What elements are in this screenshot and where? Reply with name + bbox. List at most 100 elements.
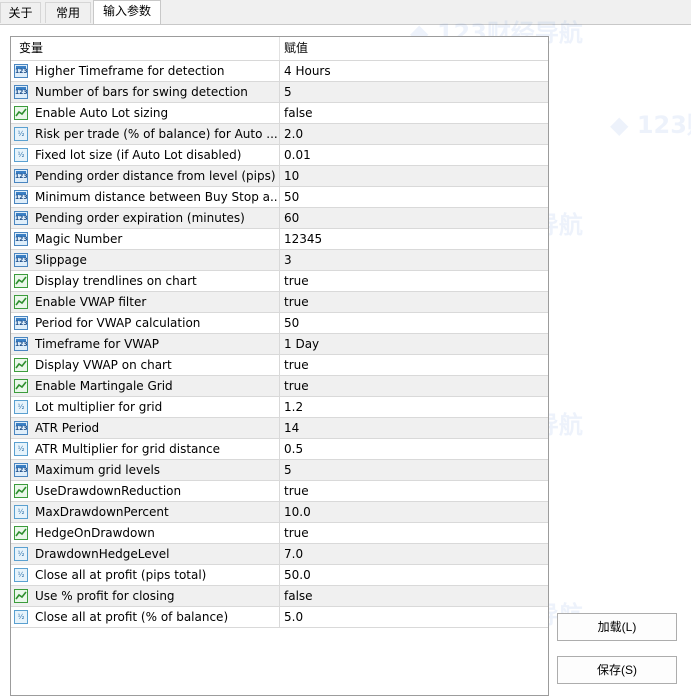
integer-type-icon: 123 — [14, 232, 28, 246]
parameter-value[interactable]: 5 — [284, 82, 292, 102]
parameter-value[interactable]: 50 — [284, 313, 299, 333]
parameter-row[interactable]: 123 ATR Period 14 — [11, 418, 548, 439]
double-type-icon: ½ — [14, 442, 28, 456]
save-button[interactable]: 保存(S) — [557, 656, 677, 684]
parameter-name: Number of bars for swing detection — [35, 85, 248, 99]
watermark: 123财经导航 — [610, 105, 691, 140]
parameter-name: Enable Auto Lot sizing — [35, 106, 169, 120]
parameter-row[interactable]: 123 Slippage 3 — [11, 250, 548, 271]
parameter-row[interactable]: 123 Pending order distance from level (pi… — [11, 166, 548, 187]
parameter-value[interactable]: 5.0 — [284, 607, 303, 627]
cell-divider — [279, 82, 280, 102]
cell-divider — [279, 187, 280, 207]
parameter-value[interactable]: 3 — [284, 250, 292, 270]
tab-common[interactable]: 常用 — [45, 2, 91, 23]
parameter-row[interactable]: ½ Close all at profit (pips total) 50.0 — [11, 565, 548, 586]
parameter-value[interactable]: true — [284, 376, 309, 396]
parameter-value[interactable]: false — [284, 586, 313, 606]
cell-divider — [279, 502, 280, 522]
cell-divider — [279, 145, 280, 165]
parameter-row[interactable]: 123 Pending order expiration (minutes) 60 — [11, 208, 548, 229]
tab-input-parameters[interactable]: 输入参数 — [93, 0, 161, 25]
parameter-row[interactable]: 123 Magic Number 12345 — [11, 229, 548, 250]
parameter-value[interactable]: true — [284, 481, 309, 501]
input-parameters-panel: 123财经导航 123财经导航 123财经导航 123财经导航 123财经导航 … — [0, 19, 691, 698]
parameter-row[interactable]: Display trendlines on chart true — [11, 271, 548, 292]
parameters-grid[interactable]: 变量 赋值 123 Higher Timeframe for detection 4… — [10, 36, 549, 696]
parameter-row[interactable]: Enable VWAP filter true — [11, 292, 548, 313]
parameter-value[interactable]: true — [284, 523, 309, 543]
parameter-row[interactable]: Use % profit for closing false — [11, 586, 548, 607]
parameter-value[interactable]: 12345 — [284, 229, 322, 249]
parameter-value[interactable]: 60 — [284, 208, 299, 228]
parameter-value[interactable]: 50 — [284, 187, 299, 207]
parameter-value[interactable]: 0.01 — [284, 145, 311, 165]
parameter-value[interactable]: true — [284, 292, 309, 312]
parameter-row[interactable]: ½ ATR Multiplier for grid distance 0.5 — [11, 439, 548, 460]
parameter-row[interactable]: ½ MaxDrawdownPercent 10.0 — [11, 502, 548, 523]
parameter-value[interactable]: 0.5 — [284, 439, 303, 459]
parameter-row[interactable]: 123 Period for VWAP calculation 50 — [11, 313, 548, 334]
column-header-value[interactable]: 赋值 — [284, 37, 308, 60]
parameter-name: Fixed lot size (if Auto Lot disabled) — [35, 148, 242, 162]
integer-type-icon: 123 — [14, 253, 28, 267]
parameter-value[interactable]: 14 — [284, 418, 299, 438]
parameter-row[interactable]: Display VWAP on chart true — [11, 355, 548, 376]
parameter-value[interactable]: 5 — [284, 460, 292, 480]
parameter-row[interactable]: ½ Close all at profit (% of balance) 5.0 — [11, 607, 548, 628]
parameter-row[interactable]: 123 Minimum distance between Buy Stop a..… — [11, 187, 548, 208]
parameter-value[interactable]: 10.0 — [284, 502, 311, 522]
parameter-value[interactable]: 2.0 — [284, 124, 303, 144]
double-type-icon: ½ — [14, 400, 28, 414]
parameter-row[interactable]: HedgeOnDrawdown true — [11, 523, 548, 544]
parameter-row[interactable]: 123 Maximum grid levels 5 — [11, 460, 548, 481]
boolean-type-icon — [14, 295, 28, 309]
parameter-value[interactable]: 1.2 — [284, 397, 303, 417]
parameter-name: Lot multiplier for grid — [35, 400, 163, 414]
tab-bar: 关于 常用 输入参数 — [0, 0, 691, 25]
boolean-type-icon — [14, 358, 28, 372]
column-header-variable[interactable]: 变量 — [19, 37, 43, 60]
parameter-value[interactable]: 10 — [284, 166, 299, 186]
parameter-value[interactable]: true — [284, 355, 309, 375]
parameter-row[interactable]: 123 Timeframe for VWAP 1 Day — [11, 334, 548, 355]
parameter-name: ATR Period — [35, 421, 100, 435]
parameter-value[interactable]: 1 Day — [284, 334, 319, 354]
cell-divider — [279, 544, 280, 564]
cell-divider — [279, 271, 280, 291]
tab-about[interactable]: 关于 — [0, 2, 41, 23]
parameter-value[interactable]: false — [284, 103, 313, 123]
parameter-row[interactable]: ½ Fixed lot size (if Auto Lot disabled) 0.… — [11, 145, 548, 166]
parameter-row[interactable]: Enable Auto Lot sizing false — [11, 103, 548, 124]
parameter-row[interactable]: Enable Martingale Grid true — [11, 376, 548, 397]
parameter-name: ATR Multiplier for grid distance — [35, 442, 220, 456]
parameter-name: Minimum distance between Buy Stop a... — [35, 190, 277, 204]
parameter-name: Period for VWAP calculation — [35, 316, 201, 330]
parameter-row[interactable]: ½ Risk per trade (% of balance) for Auto … — [11, 124, 548, 145]
parameter-name: Close all at profit (pips total) — [35, 568, 207, 582]
parameter-value[interactable]: 50.0 — [284, 565, 311, 585]
parameter-name: Risk per trade (% of balance) for Auto .… — [35, 127, 277, 141]
parameter-row[interactable]: ½ Lot multiplier for grid 1.2 — [11, 397, 548, 418]
parameter-value[interactable]: 7.0 — [284, 544, 303, 564]
double-type-icon: ½ — [14, 547, 28, 561]
cell-divider — [279, 250, 280, 270]
integer-type-icon: 123 — [14, 463, 28, 477]
parameter-row[interactable]: 123 Higher Timeframe for detection 4 Hours — [11, 61, 548, 82]
parameter-row[interactable]: 123 Number of bars for swing detection 5 — [11, 82, 548, 103]
parameter-value[interactable]: true — [284, 271, 309, 291]
integer-type-icon: 123 — [14, 337, 28, 351]
parameter-name: Display VWAP on chart — [35, 358, 172, 372]
load-button[interactable]: 加载(L) — [557, 613, 677, 641]
parameter-name: Enable Martingale Grid — [35, 379, 173, 393]
parameter-row[interactable]: UseDrawdownReduction true — [11, 481, 548, 502]
cell-divider — [279, 61, 280, 81]
parameter-row[interactable]: ½ DrawdownHedgeLevel 7.0 — [11, 544, 548, 565]
double-type-icon: ½ — [14, 127, 28, 141]
parameter-value[interactable]: 4 Hours — [284, 61, 331, 81]
parameter-name: Slippage — [35, 253, 87, 267]
cell-divider — [279, 292, 280, 312]
cell-divider — [279, 565, 280, 585]
column-divider[interactable] — [279, 37, 280, 60]
boolean-type-icon — [14, 274, 28, 288]
